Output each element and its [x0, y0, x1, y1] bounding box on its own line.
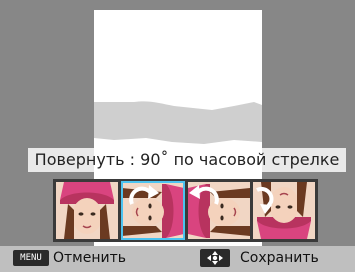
- thumbnail-rotate-180[interactable]: [253, 182, 315, 239]
- thumbnail-rotate-90-cw[interactable]: [121, 181, 185, 240]
- cancel-label[interactable]: Отменить: [53, 248, 126, 268]
- bottom-control-bar: MENU Отменить Сохранить: [0, 246, 355, 272]
- rotation-options-strip: [53, 179, 318, 242]
- dpad-ok-icon[interactable]: [200, 249, 230, 267]
- thumbnail-original[interactable]: [56, 182, 118, 239]
- thumbnail-rotate-90-ccw[interactable]: [188, 182, 250, 239]
- save-label[interactable]: Сохранить: [240, 248, 319, 268]
- rotation-setting-label: Повернуть : 90˚ по часовой стрелке: [28, 148, 346, 172]
- menu-key-icon[interactable]: MENU: [13, 250, 49, 266]
- camera-screen: Повернуть : 90˚ по часовой стрелке MENU …: [0, 0, 355, 272]
